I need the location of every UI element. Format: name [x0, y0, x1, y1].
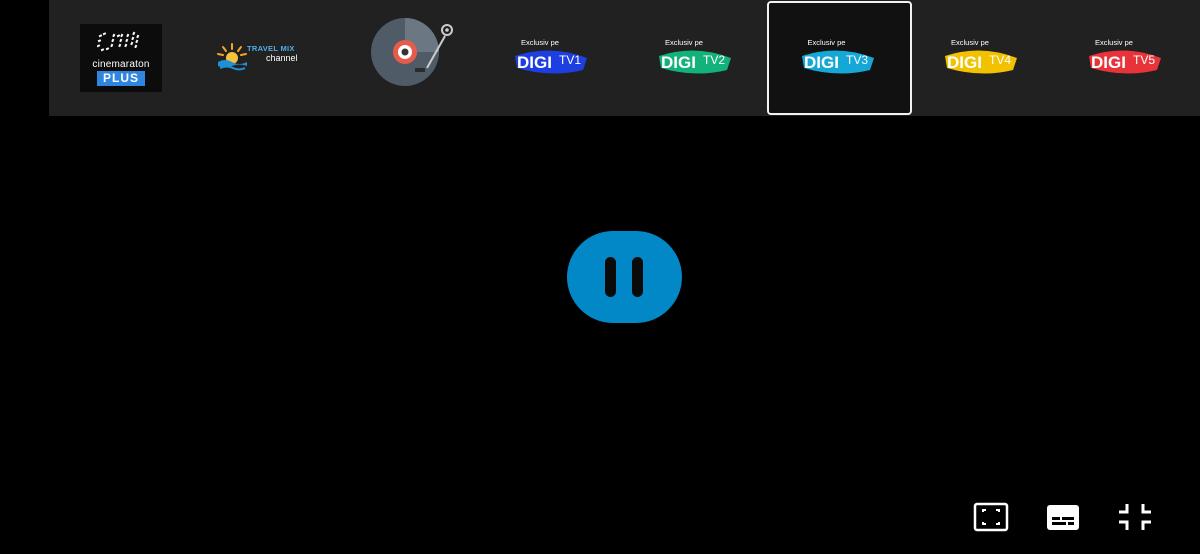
digi-tv3-mark: DIGI TV3 — [801, 50, 874, 74]
digi-brand: DIGI — [804, 53, 839, 72]
travel-mix-title: TRAVEL MIX — [247, 44, 295, 53]
channel-travel-mix[interactable]: TRAVEL MIX channel — [193, 0, 337, 116]
channel-party-mix[interactable]: Party Mix — [337, 0, 481, 116]
digi-tv2-logo: Exclusiv pe DIGI TV2 — [657, 38, 737, 78]
sun-wave-icon — [217, 43, 247, 71]
vinyl-record-icon — [371, 18, 453, 86]
digi-brand: DIGI — [947, 53, 982, 72]
subtitles-button[interactable] — [1045, 502, 1081, 532]
travel-mix-logo: TRAVEL MIX channel — [215, 38, 315, 78]
cinemaraton-wordmark: cinemaraton — [92, 59, 150, 70]
digi-brand: DIGI — [661, 53, 696, 72]
channel-digi-tv1[interactable]: Exclusiv pe DIGI TV1 — [481, 0, 625, 116]
channel-bar: cinemaraton PLUS TRAVEL MIX channel Part… — [49, 0, 1200, 116]
digi-brand: DIGI — [517, 53, 552, 72]
travel-mix-subtitle: channel — [266, 53, 298, 63]
aspect-ratio-icon — [973, 502, 1009, 532]
digi-tv5-logo: Exclusiv pe DIGI TV5 — [1087, 38, 1167, 78]
exit-fullscreen-icon — [1119, 504, 1151, 530]
exit-fullscreen-button[interactable] — [1117, 502, 1153, 532]
digi-tv1-logo: Exclusiv pe DIGI TV1 — [513, 38, 593, 78]
digi-tv1-mark: DIGI TV1 — [515, 50, 587, 74]
party-mix-label: Party Mix — [383, 86, 434, 100]
channel-cinemaraton-plus[interactable]: cinemaraton PLUS — [49, 0, 193, 116]
aspect-ratio-button[interactable] — [973, 502, 1009, 532]
digi-tv4-mark: DIGI TV4 — [945, 50, 1017, 74]
digi-tv-number: TV5 — [1133, 53, 1155, 67]
digi-tv-number: TV1 — [559, 53, 581, 67]
channel-digi-tv2[interactable]: Exclusiv pe DIGI TV2 — [625, 0, 769, 116]
subtitles-icon — [1047, 505, 1079, 530]
digi-brand: DIGI — [1091, 53, 1126, 72]
channel-digi-tv4[interactable]: Exclusiv pe DIGI TV4 — [911, 0, 1055, 116]
plus-badge: PLUS — [97, 71, 145, 86]
party-mix-logo: Party Mix — [359, 8, 459, 108]
digi-tv5-mark: DIGI TV5 — [1089, 50, 1161, 74]
digi-tv-number: TV3 — [846, 53, 868, 67]
digi-tv-number: TV2 — [703, 53, 725, 67]
cinemaraton-plus-logo: cinemaraton PLUS — [80, 24, 162, 92]
digi-tv-number: TV4 — [989, 53, 1011, 67]
digi-tv4-logo: Exclusiv pe DIGI TV4 — [943, 38, 1023, 78]
digi-tv3-logo: Exclusiv pe DIGI TV3 — [800, 38, 880, 78]
cinemaraton-mark-icon — [97, 31, 140, 52]
channel-digi-tv5[interactable]: Exclusiv pe DIGI TV5 — [1055, 0, 1199, 116]
channel-digi-tv3[interactable]: Exclusiv pe DIGI TV3 — [767, 1, 912, 115]
pause-button[interactable] — [567, 231, 682, 323]
digi-tv2-mark: DIGI TV2 — [659, 50, 731, 74]
